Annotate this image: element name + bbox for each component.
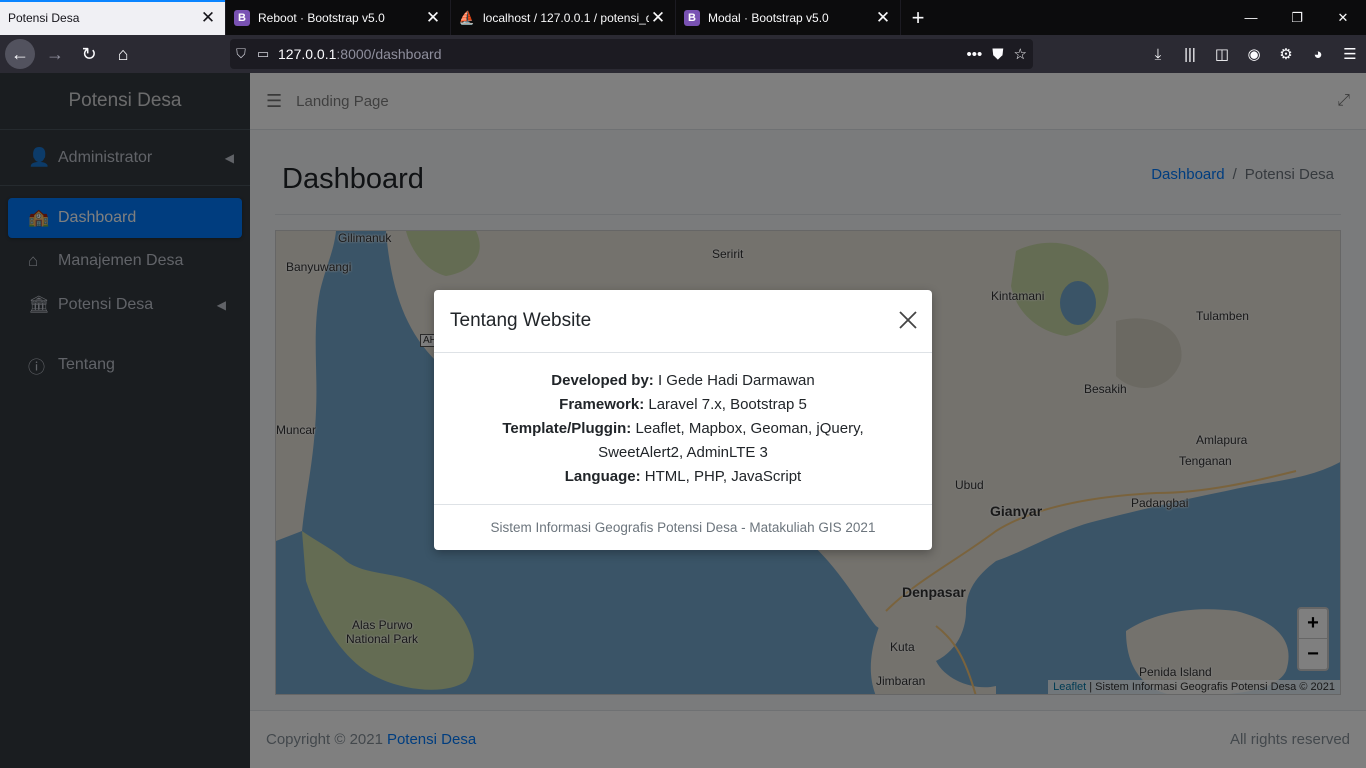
row-value: SweetAlert2, AdminLTE 3 bbox=[598, 444, 768, 461]
bootstrap-favicon-icon: B bbox=[234, 9, 250, 26]
library-icon[interactable]: ||| bbox=[1174, 35, 1206, 73]
browser-tab-potensi-desa[interactable]: Potensi Desa ✕ bbox=[0, 0, 226, 35]
tab-title: Reboot · Bootstrap v5.0 bbox=[258, 10, 385, 25]
url-text[interactable]: 127.0.0.1:8000/dashboard bbox=[278, 46, 441, 62]
tab-title: localhost / 127.0.0.1 / potensi_d bbox=[483, 10, 649, 25]
modal-footer: Sistem Informasi Geografis Potensi Desa … bbox=[434, 504, 932, 550]
back-arrow-icon[interactable]: ← bbox=[5, 39, 35, 69]
modal-row-template-cont: SweetAlert2, AdminLTE 3 bbox=[450, 441, 916, 465]
modal-title: Tentang Website bbox=[450, 310, 592, 331]
phpmyadmin-icon: ⛵ bbox=[458, 9, 476, 25]
url-actions: ••• ⛊ ☆ bbox=[967, 39, 1027, 69]
modal-header: Tentang Website bbox=[434, 290, 932, 353]
extension-globe-icon[interactable]: ◕ bbox=[1302, 35, 1334, 73]
row-value: HTML, PHP, JavaScript bbox=[644, 468, 802, 485]
close-window-icon[interactable]: ✕ bbox=[1320, 0, 1366, 35]
browser-nav-bar: ← → ↻ ⌂ ⛉ ▭ 127.0.0.1:8000/dashboard •••… bbox=[0, 35, 1366, 73]
bookmark-star-icon[interactable]: ☆ bbox=[1014, 45, 1027, 63]
window-controls: — ❐ ✕ bbox=[1228, 0, 1366, 35]
row-label: Template/Pluggin: bbox=[502, 420, 632, 437]
close-tab-icon[interactable]: ✕ bbox=[199, 9, 217, 27]
row-label: Framework: bbox=[559, 396, 645, 413]
shield-icon[interactable]: ⛉ bbox=[230, 46, 252, 62]
row-value: Leaflet, Mapbox, Geoman, jQuery, bbox=[635, 420, 864, 437]
url-host: 127.0.0.1 bbox=[278, 46, 337, 62]
close-tab-icon[interactable]: ✕ bbox=[874, 9, 892, 27]
row-label: Developed by: bbox=[551, 372, 654, 389]
url-path: :8000/dashboard bbox=[336, 46, 442, 62]
browser-tab-phpmyadmin[interactable]: ⛵ localhost / 127.0.0.1 / potensi_d ✕ bbox=[451, 0, 676, 35]
modal-body: Developed by: I Gede Hadi Darmawan Frame… bbox=[434, 353, 932, 503]
modal-row-language: Language: HTML, PHP, JavaScript bbox=[450, 465, 916, 489]
close-tab-icon[interactable]: ✕ bbox=[424, 9, 442, 27]
download-icon[interactable]: ⤓ bbox=[1142, 35, 1174, 73]
home-icon[interactable]: ⌂ bbox=[107, 38, 139, 70]
row-value: I Gede Hadi Darmawan bbox=[657, 372, 815, 389]
row-label: Language: bbox=[564, 468, 641, 485]
restore-icon[interactable]: ❐ bbox=[1274, 0, 1320, 35]
reload-icon[interactable]: ↻ bbox=[73, 38, 105, 70]
forward-arrow-icon[interactable]: → bbox=[39, 38, 71, 70]
page-icon[interactable]: ▭ bbox=[252, 46, 274, 62]
page: Potensi Desa 👤 Administrator ◀ 🏫 Dashboa… bbox=[0, 73, 1366, 768]
tab-title: Modal · Bootstrap v5.0 bbox=[708, 10, 829, 25]
bootstrap-favicon-icon: B bbox=[684, 9, 700, 26]
minimize-icon[interactable]: — bbox=[1228, 0, 1274, 35]
sidebar-icon[interactable]: ◫ bbox=[1206, 35, 1238, 73]
browser-tab-reboot[interactable]: B Reboot · Bootstrap v5.0 ✕ bbox=[226, 0, 451, 35]
browser-tab-modal[interactable]: B Modal · Bootstrap v5.0 ✕ bbox=[676, 0, 901, 35]
browser-toolbar: ⤓ ||| ◫ ◉ ⚙ ◕ ☰ bbox=[1142, 35, 1366, 73]
row-value: Laravel 7.x, Bootstrap 5 bbox=[648, 396, 807, 413]
modal-row-developer: Developed by: I Gede Hadi Darmawan bbox=[450, 369, 916, 393]
close-icon[interactable] bbox=[898, 310, 918, 330]
modal-row-template: Template/Pluggin: Leaflet, Mapbox, Geoma… bbox=[450, 417, 916, 441]
close-tab-icon[interactable]: ✕ bbox=[649, 9, 667, 27]
extension-icon[interactable]: ⚙ bbox=[1270, 35, 1302, 73]
modal-row-framework: Framework: Laravel 7.x, Bootstrap 5 bbox=[450, 393, 916, 417]
account-icon[interactable]: ◉ bbox=[1238, 35, 1270, 73]
menu-icon[interactable]: ☰ bbox=[1334, 35, 1366, 73]
new-tab-icon[interactable]: + bbox=[901, 0, 935, 35]
tab-title: Potensi Desa bbox=[8, 10, 80, 25]
about-modal: Tentang Website Developed by: I Gede Had… bbox=[434, 290, 932, 550]
more-actions-icon[interactable]: ••• bbox=[967, 46, 983, 63]
pocket-icon[interactable]: ⛊ bbox=[992, 46, 1003, 63]
browser-tab-bar: Potensi Desa ✕ B Reboot · Bootstrap v5.0… bbox=[0, 0, 1366, 35]
url-bar[interactable]: ⛉ ▭ 127.0.0.1:8000/dashboard ••• ⛊ ☆ bbox=[230, 39, 1033, 69]
